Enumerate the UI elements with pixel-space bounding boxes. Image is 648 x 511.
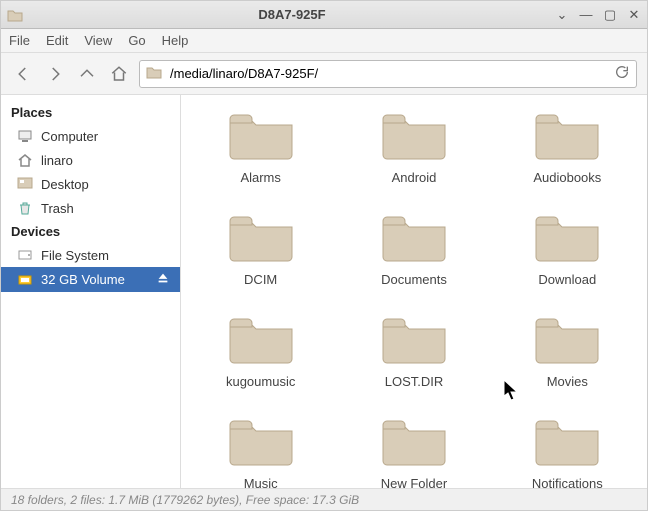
- folder-item[interactable]: kugoumusic: [189, 311, 332, 389]
- devices-header: Devices: [1, 220, 180, 243]
- folder-icon: [532, 209, 602, 266]
- trash-icon: [17, 200, 33, 216]
- folder-label: DCIM: [244, 272, 277, 287]
- menu-view[interactable]: View: [84, 33, 112, 48]
- menu-help[interactable]: Help: [162, 33, 189, 48]
- folder-item[interactable]: DCIM: [189, 209, 332, 287]
- folder-item[interactable]: Android: [342, 107, 485, 185]
- content-area[interactable]: Alarms Android Audiobooks DCIM Documents Down…: [181, 95, 647, 488]
- home-icon: [17, 152, 33, 168]
- sidebar-item-computer[interactable]: Computer: [1, 124, 180, 148]
- folder-label: LOST.DIR: [385, 374, 444, 389]
- sidebar-item-linaro[interactable]: linaro: [1, 148, 180, 172]
- folder-label: Music: [244, 476, 278, 488]
- folder-label: New Folder: [381, 476, 447, 488]
- folder-icon: [226, 209, 296, 266]
- collapse-button[interactable]: ⌄: [555, 7, 569, 23]
- folder-icon: [379, 209, 449, 266]
- folder-label: Alarms: [240, 170, 280, 185]
- folder-icon: [532, 311, 602, 368]
- folder-label: Documents: [381, 272, 447, 287]
- folder-label: Android: [392, 170, 437, 185]
- sidebar-item-volume[interactable]: 32 GB Volume: [1, 267, 180, 292]
- places-header: Places: [1, 101, 180, 124]
- status-bar: 18 folders, 2 files: 1.7 MiB (1779262 by…: [1, 488, 647, 510]
- folder-label: Movies: [547, 374, 588, 389]
- sidebar-item-label: Desktop: [41, 177, 89, 192]
- folder-icon: [226, 413, 296, 470]
- folder-item[interactable]: New Folder: [342, 413, 485, 488]
- folder-item[interactable]: Music: [189, 413, 332, 488]
- back-button[interactable]: [11, 62, 35, 86]
- toolbar: [1, 53, 647, 95]
- folder-icon: [532, 107, 602, 164]
- sidebar-item-label: File System: [41, 248, 109, 263]
- file-manager-window: D8A7-925F ⌄ — ▢ ✕ File Edit View Go Help…: [0, 0, 648, 511]
- folder-label: Audiobooks: [533, 170, 601, 185]
- path-input[interactable]: [168, 65, 608, 82]
- folder-item[interactable]: Alarms: [189, 107, 332, 185]
- folder-label: Download: [538, 272, 596, 287]
- volume-icon: [17, 272, 33, 288]
- drive-icon: [17, 247, 33, 263]
- menu-go[interactable]: Go: [128, 33, 145, 48]
- menu-edit[interactable]: Edit: [46, 33, 68, 48]
- up-button[interactable]: [75, 62, 99, 86]
- home-button[interactable]: [107, 62, 131, 86]
- folder-item[interactable]: LOST.DIR: [342, 311, 485, 389]
- sidebar-item-desktop[interactable]: Desktop: [1, 172, 180, 196]
- folder-icon: [379, 311, 449, 368]
- status-text: 18 folders, 2 files: 1.7 MiB (1779262 by…: [11, 493, 359, 507]
- maximize-button[interactable]: ▢: [603, 7, 617, 23]
- folder-icon: [379, 107, 449, 164]
- folder-label: Notifications: [532, 476, 603, 488]
- sidebar-item-filesystem[interactable]: File System: [1, 243, 180, 267]
- minimize-button[interactable]: —: [579, 7, 593, 23]
- sidebar-item-label: Computer: [41, 129, 98, 144]
- folder-icon: [532, 413, 602, 470]
- window-title: D8A7-925F: [29, 7, 555, 22]
- folder-item[interactable]: Audiobooks: [496, 107, 639, 185]
- app-icon: [7, 7, 23, 23]
- folder-icon: [226, 107, 296, 164]
- titlebar: D8A7-925F ⌄ — ▢ ✕: [1, 1, 647, 29]
- sidebar: Places Computer linaro Desktop Trash Dev…: [1, 95, 181, 488]
- sidebar-item-label: linaro: [41, 153, 73, 168]
- forward-button[interactable]: [43, 62, 67, 86]
- folder-item[interactable]: Download: [496, 209, 639, 287]
- folder-icon: [379, 413, 449, 470]
- folder-item[interactable]: Movies: [496, 311, 639, 389]
- computer-icon: [17, 128, 33, 144]
- folder-item[interactable]: Documents: [342, 209, 485, 287]
- folder-icon: [146, 64, 162, 83]
- desktop-icon: [17, 176, 33, 192]
- folder-item[interactable]: Notifications: [496, 413, 639, 488]
- folder-icon: [226, 311, 296, 368]
- refresh-button[interactable]: [614, 64, 630, 83]
- menu-file[interactable]: File: [9, 33, 30, 48]
- path-bar: [139, 60, 637, 88]
- sidebar-item-label: 32 GB Volume: [41, 272, 125, 287]
- sidebar-item-label: Trash: [41, 201, 74, 216]
- folder-label: kugoumusic: [226, 374, 295, 389]
- menubar: File Edit View Go Help: [1, 29, 647, 53]
- eject-button[interactable]: [156, 271, 170, 288]
- sidebar-item-trash[interactable]: Trash: [1, 196, 180, 220]
- close-button[interactable]: ✕: [627, 7, 641, 23]
